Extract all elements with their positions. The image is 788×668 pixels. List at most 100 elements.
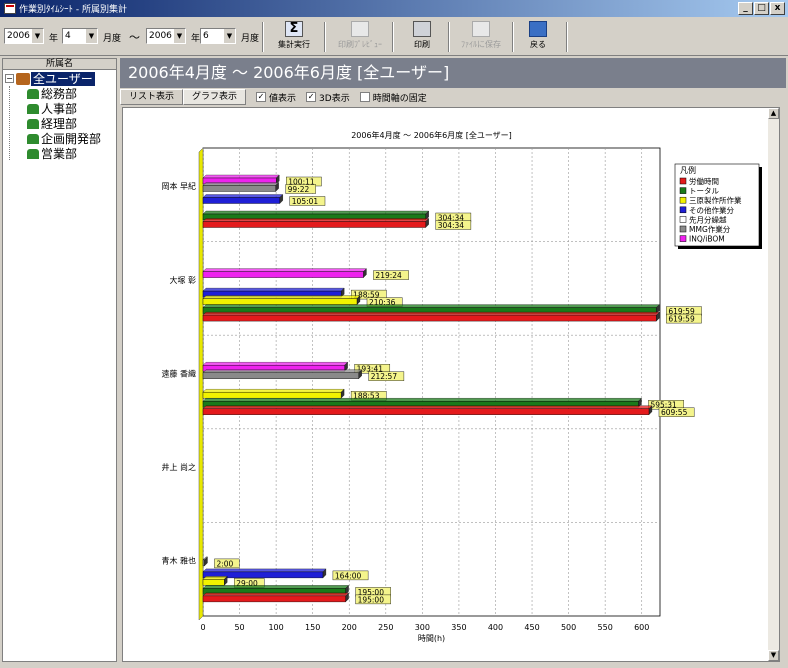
- category-label: 遠藤 香織: [161, 368, 196, 378]
- close-button[interactable]: x: [770, 2, 785, 15]
- tab-list-view[interactable]: リスト表示: [120, 89, 184, 105]
- x-tick-label: 500: [561, 623, 576, 632]
- show-3d-checkbox[interactable]: ✓ 3D表示: [306, 91, 350, 104]
- scroll-down-arrow-icon[interactable]: ▼: [768, 650, 779, 661]
- minimize-button[interactable]: _: [738, 2, 753, 15]
- bar: [202, 221, 426, 228]
- fix-time-axis-checkbox[interactable]: 時間軸の固定: [359, 91, 427, 104]
- bar-top: [202, 585, 349, 589]
- to-year-value: 2006: [149, 31, 172, 41]
- bar-top: [202, 304, 660, 308]
- legend-swatch: [679, 196, 687, 204]
- plot-3d-wall: [198, 147, 204, 621]
- bar-top: [202, 268, 367, 272]
- scroll-up-arrow-icon[interactable]: ▲: [768, 108, 779, 119]
- bar: [202, 408, 650, 415]
- bar-top: [202, 182, 280, 186]
- legend-entry: 三原製作所作業: [689, 195, 742, 205]
- view-tabbar: リスト表示 グラフ表示 ✓ 値表示 ✓ 3D表示 時間軸の固定: [120, 88, 786, 106]
- house-icon: [27, 88, 39, 99]
- maximize-button[interactable]: □: [754, 2, 769, 15]
- tab-graph-view[interactable]: グラフ表示: [183, 89, 247, 105]
- data-label: 164:00: [335, 571, 362, 580]
- fix-time-axis-label: 時間軸の固定: [372, 93, 427, 104]
- bar: [202, 559, 205, 567]
- category-label: 大塚 彰: [169, 275, 196, 285]
- month-label: 月度: [241, 34, 260, 44]
- vertical-scrollbar[interactable]: ▲ ▼: [768, 108, 779, 661]
- bar-top: [202, 218, 430, 222]
- month-label: 月度: [103, 34, 122, 44]
- save-to-file-button[interactable]: ﾌｧｲﾙに保存: [452, 20, 510, 54]
- bar-chart: 2006年4月度 ～ 2006年6月度 [全ユーザー] 0 50 100 150 200 2…: [161, 130, 762, 643]
- data-label: 195:00: [358, 595, 385, 604]
- to-month-select[interactable]: 6 ▼: [200, 28, 236, 44]
- bar-top: [202, 398, 642, 402]
- sigma-icon: Σ: [285, 21, 303, 37]
- legend-swatch: [679, 206, 687, 214]
- year-label: 年: [49, 34, 59, 44]
- tilde-label: ～: [129, 31, 140, 44]
- bar: [202, 185, 276, 192]
- legend-swatch: [679, 216, 687, 223]
- show-values-label: 値表示: [269, 93, 297, 104]
- tree-item-planning-dev[interactable]: 企画開発部: [27, 131, 116, 146]
- dropdown-arrow-icon[interactable]: ▼: [174, 29, 185, 43]
- bar: [202, 197, 280, 204]
- print-preview-button[interactable]: 印刷ﾌﾟﾚﾋﾞｭｰ: [330, 20, 390, 54]
- x-tick-label: 50: [234, 623, 244, 632]
- print-button[interactable]: 印刷: [396, 20, 448, 54]
- from-year-select[interactable]: 2006 ▼: [4, 28, 44, 44]
- checkmark-icon: ✓: [306, 92, 317, 102]
- tree-item-hr[interactable]: 人事部: [27, 101, 116, 116]
- x-tick-label: 400: [488, 623, 503, 632]
- department-tree-panel: 所属名 − 全ユーザー 総務部 人事部 経理部 企画開発部 営業部: [2, 58, 117, 662]
- legend-swatch: [679, 187, 687, 194]
- tree-item-accounting[interactable]: 経理部: [27, 116, 116, 131]
- data-label: 99:22: [288, 185, 310, 194]
- bar-top: [202, 194, 284, 198]
- tree-item-general-affairs[interactable]: 総務部: [27, 86, 116, 101]
- x-tick-label: 300: [415, 623, 430, 632]
- bar-top: [202, 389, 345, 393]
- printer-icon: [413, 21, 431, 37]
- group-icon: [16, 72, 30, 85]
- to-year-select[interactable]: 2006 ▼: [146, 28, 186, 44]
- bar-top: [202, 287, 345, 292]
- category-label: 岡本 早紀: [161, 181, 196, 191]
- x-tick-label: 150: [305, 623, 320, 632]
- dropdown-arrow-icon[interactable]: ▼: [86, 29, 97, 43]
- door-exit-icon: [529, 21, 547, 37]
- bar: [202, 314, 657, 322]
- app-icon: [4, 3, 16, 14]
- window-titlebar: 作業別ﾀｲﾑｼｰﾄ - 所属別集計 _ □ x: [0, 0, 788, 17]
- from-month-value: 4: [65, 31, 71, 41]
- show-values-checkbox[interactable]: ✓ 値表示: [256, 91, 296, 104]
- tree-root-all-users[interactable]: − 全ユーザー: [5, 71, 116, 86]
- run-aggregate-button[interactable]: Σ 集計実行: [268, 20, 320, 54]
- house-icon: [27, 148, 39, 159]
- back-button[interactable]: 戻る: [512, 20, 564, 54]
- data-label: 304:34: [438, 221, 465, 230]
- bar-top: [202, 311, 660, 316]
- print-preview-icon: [351, 21, 369, 37]
- to-month-value: 6: [203, 31, 209, 41]
- tree-item-sales[interactable]: 営業部: [27, 146, 116, 161]
- run-aggregate-label: 集計実行: [278, 40, 310, 49]
- legend-entry: MMG作業分: [689, 224, 731, 234]
- data-label: 212:57: [371, 372, 398, 381]
- chart-area: 2006年4月度 ～ 2006年6月度 [全ユーザー] 0 50 100 150 200 2…: [122, 107, 780, 662]
- bar-top: [202, 576, 228, 580]
- checkbox-empty-icon: [359, 92, 370, 102]
- x-tick-label: 200: [342, 623, 357, 632]
- category-label: 青木 雅也: [161, 556, 196, 566]
- dropdown-arrow-icon[interactable]: ▼: [224, 29, 235, 43]
- data-label: 619:59: [668, 315, 695, 324]
- from-month-select[interactable]: 4 ▼: [62, 28, 98, 44]
- x-axis-label: 時間(h): [418, 634, 445, 643]
- bar-top: [202, 592, 349, 597]
- bar-top: [202, 568, 327, 573]
- dropdown-arrow-icon[interactable]: ▼: [32, 29, 43, 43]
- collapse-icon[interactable]: −: [5, 74, 14, 83]
- print-label: 印刷: [414, 40, 430, 49]
